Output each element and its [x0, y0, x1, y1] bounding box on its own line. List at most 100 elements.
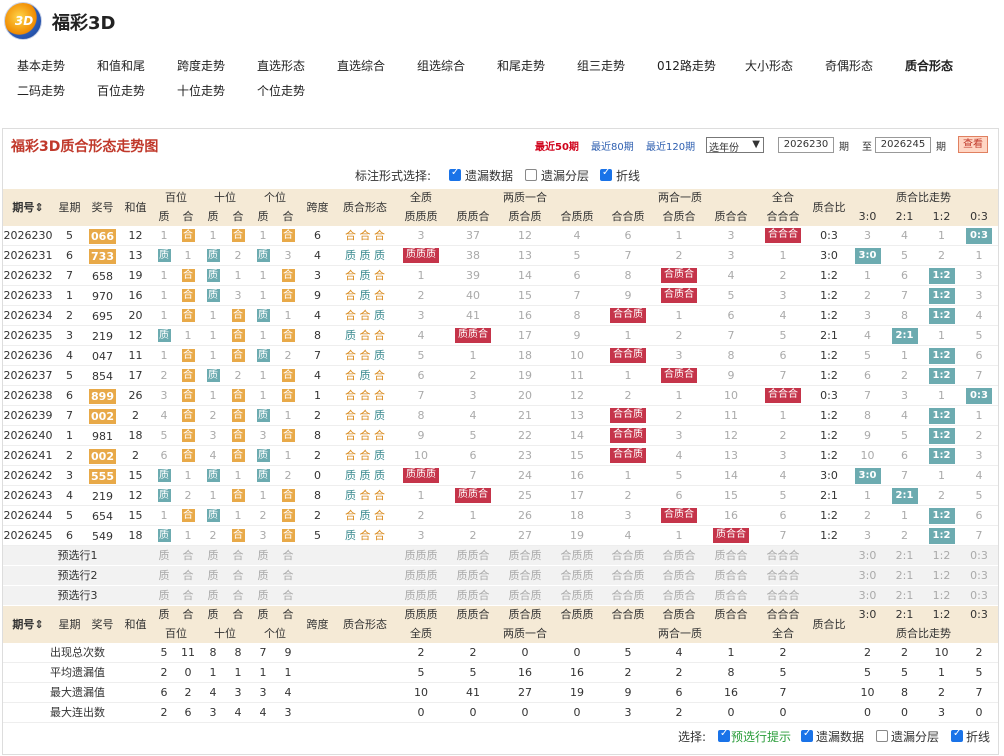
- bottom-header-zh-4: 质: [257, 608, 269, 621]
- header-bai: 百位: [165, 191, 187, 204]
- stats-pos-value: 3: [209, 706, 217, 719]
- form-char: 合: [345, 369, 360, 382]
- stats-form-value: 8: [727, 666, 735, 679]
- form-char: 合: [345, 409, 360, 422]
- he-ball: 合: [181, 389, 195, 402]
- form-miss: 1: [624, 469, 632, 482]
- bottom-header-week: 星期: [58, 618, 81, 631]
- bottom-header-form-col-7: 合合合: [766, 608, 800, 621]
- from-input[interactable]: 2026230: [778, 137, 834, 153]
- row-week: 2: [66, 449, 73, 462]
- row-number: 733: [89, 249, 116, 264]
- preselect-form: 质合质: [508, 569, 542, 582]
- form-miss: 13: [724, 449, 738, 462]
- row-week: 6: [66, 389, 73, 402]
- query-button[interactable]: 查看: [958, 136, 988, 153]
- stats-form-value: 0: [779, 706, 787, 719]
- he-ball: 合: [181, 509, 195, 522]
- row-qihao: 2026235: [3, 329, 53, 342]
- form-char: 质: [345, 469, 360, 482]
- stats-pos-value: 9: [284, 646, 292, 659]
- preselect-ratio: 1:2: [932, 589, 951, 602]
- row-qihao: 2026245: [3, 529, 53, 542]
- preselect-zh: 合: [182, 569, 194, 582]
- missing-layer-checkbox[interactable]: [525, 169, 537, 181]
- ratio-hit: 1:2: [928, 428, 955, 444]
- header-form-col-4: 合合质: [611, 210, 645, 223]
- nav-item-0[interactable]: 基本走势: [17, 57, 65, 74]
- row-qihao: 2026231: [3, 249, 53, 262]
- form-miss: 7: [727, 329, 735, 342]
- row-number: 899: [89, 389, 116, 404]
- preselect-zh: 合: [232, 549, 244, 562]
- year-select[interactable]: 选年份 ▼: [706, 137, 764, 154]
- ratio-hit: 1:2: [928, 308, 955, 324]
- row-number: 854: [92, 370, 113, 383]
- nav-item-row2-1[interactable]: 百位走势: [97, 82, 145, 99]
- nav-item-6[interactable]: 和尾走势: [497, 57, 545, 74]
- stats-pos-value: 1: [284, 666, 292, 679]
- form-char: 质: [359, 249, 374, 262]
- zhi-ball: 质: [256, 349, 270, 362]
- form-char: 质: [359, 369, 374, 382]
- bottom-checkbox-3[interactable]: [951, 728, 963, 742]
- ratio-hit: 1:2: [928, 268, 955, 284]
- nav-item-9[interactable]: 大小形态: [745, 57, 793, 74]
- range-80[interactable]: 最近80期: [591, 138, 634, 153]
- preselect-zh: 质: [257, 549, 269, 562]
- nav-item-row2-0[interactable]: 二码走势: [17, 82, 65, 99]
- stats-ratio-value: 5: [864, 666, 871, 679]
- nav-item-3[interactable]: 直选形态: [257, 57, 305, 74]
- stats-form-value: 0: [521, 706, 529, 719]
- stats-form-value: 16: [724, 686, 738, 699]
- preselect-zh: 合: [182, 549, 194, 562]
- preselect-ratio: 3:0: [858, 589, 877, 602]
- bottom-checkbox-1[interactable]: [801, 728, 813, 742]
- form-char: 质: [359, 509, 374, 522]
- stats-pos-value: 4: [209, 686, 217, 699]
- stats-ratio-value: 0: [901, 706, 908, 719]
- header-allh: 全合: [772, 191, 794, 204]
- bottom-checkbox-2[interactable]: [876, 730, 888, 742]
- nav-item-5[interactable]: 组选综合: [417, 57, 465, 74]
- form-char: 合: [374, 269, 385, 282]
- form-char: 合: [345, 309, 360, 322]
- missing-data-checkbox[interactable]: [449, 167, 461, 181]
- bottom-header-ratio-col-0: 3:0: [858, 608, 877, 621]
- bottom-checkbox-0[interactable]: [718, 728, 730, 742]
- row-number: 047: [92, 350, 113, 363]
- header-ratio-col-3: 0:3: [970, 210, 988, 223]
- nav-item-11[interactable]: 质合形态: [905, 57, 953, 74]
- nav-item-10[interactable]: 奇偶形态: [825, 57, 873, 74]
- polyline-label: 折线: [616, 169, 641, 183]
- nav-item-2[interactable]: 跨度走势: [177, 57, 225, 74]
- form-miss: 2: [624, 389, 632, 402]
- miss-zhi: 1: [160, 349, 168, 362]
- miss-zhi: 1: [160, 289, 168, 302]
- he-ball: 合: [231, 309, 245, 322]
- row-week: 7: [66, 409, 73, 422]
- stats-pos-value: 5: [160, 646, 168, 659]
- nav-item-1[interactable]: 和值和尾: [97, 57, 145, 74]
- form-miss: 10: [570, 349, 584, 362]
- miss-he: 1: [284, 449, 292, 462]
- form-miss: 3: [417, 229, 425, 242]
- bottom-header-form-col-6: 质合合: [714, 608, 748, 621]
- form-char: 质: [359, 289, 374, 302]
- nav-item-8[interactable]: 012路走势: [657, 57, 716, 74]
- stats-form-value: 1: [727, 646, 735, 659]
- nav-item-row2-2[interactable]: 十位走势: [177, 82, 225, 99]
- he-ball: 合: [181, 369, 195, 382]
- nav-item-row2-3[interactable]: 个位走势: [257, 82, 305, 99]
- miss-zhi: 1: [259, 369, 267, 382]
- range-120[interactable]: 最近120期: [646, 138, 695, 153]
- nav-item-7[interactable]: 组三走势: [577, 57, 625, 74]
- header-form-col-5: 合质合: [662, 210, 696, 223]
- ratio-miss: 3: [901, 389, 908, 402]
- polyline-checkbox[interactable]: [600, 167, 612, 181]
- preselect-form: 合合合: [766, 589, 800, 602]
- nav-item-4[interactable]: 直选综合: [337, 57, 385, 74]
- to-input[interactable]: 2026245: [875, 137, 931, 153]
- range-50[interactable]: 最近50期: [535, 138, 579, 153]
- header-form-col-7: 合合合: [766, 210, 800, 223]
